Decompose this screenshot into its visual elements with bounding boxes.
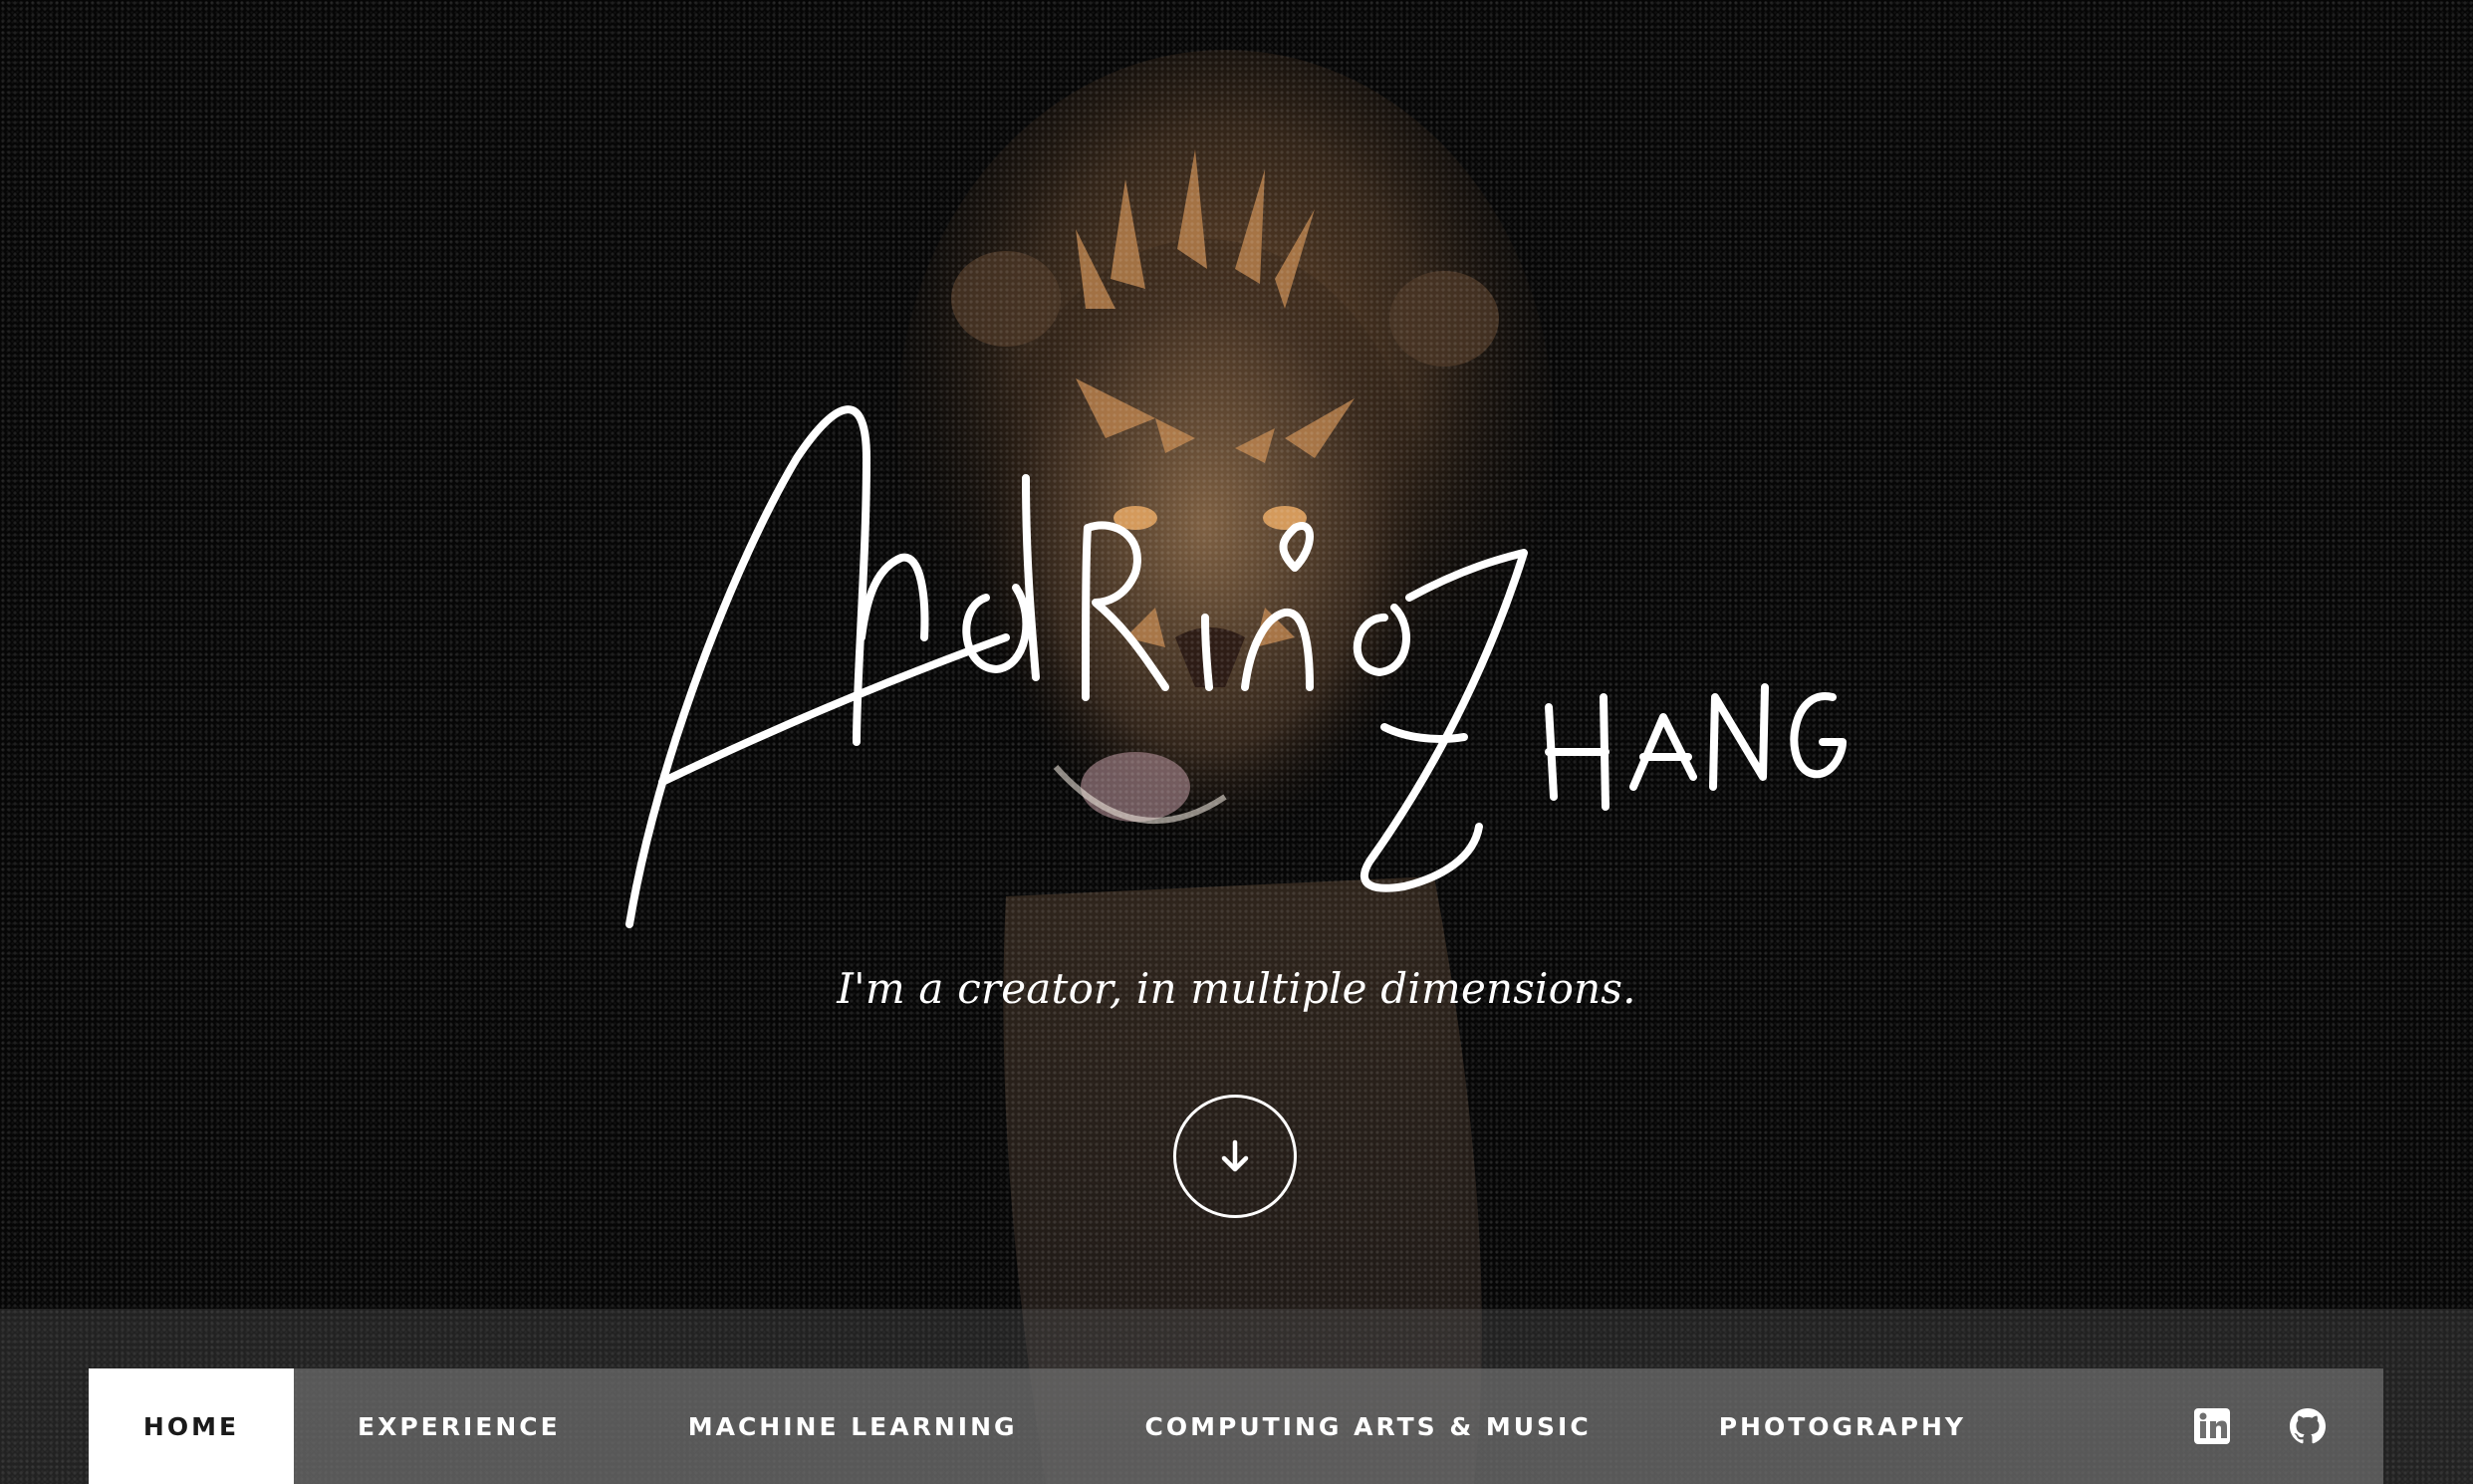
nav-item-experience[interactable]: EXPERIENCE	[294, 1368, 624, 1484]
nav-item-home[interactable]: HOME	[89, 1368, 294, 1484]
scroll-down-button[interactable]	[1173, 1095, 1297, 1218]
social-links	[2192, 1368, 2383, 1484]
nav-item-photography[interactable]: PHOTOGRAPHY	[1655, 1368, 2030, 1484]
github-link[interactable]	[2288, 1406, 2328, 1446]
signature-logo	[625, 405, 1847, 928]
nav-item-computing-arts-music[interactable]: COMPUTING ARTS & MUSIC	[1082, 1368, 1655, 1484]
hero-tagline: I'm a creator, in multiple dimensions.	[837, 964, 1636, 1013]
github-icon	[2290, 1408, 2326, 1444]
arrow-down-icon	[1221, 1139, 1249, 1172]
hero-section: I'm a creator, in multiple dimensions. H…	[0, 0, 2473, 1484]
linkedin-link[interactable]	[2192, 1406, 2232, 1446]
nav-item-machine-learning[interactable]: MACHINE LEARNING	[624, 1368, 1082, 1484]
main-navbar: HOME EXPERIENCE MACHINE LEARNING COMPUTI…	[89, 1368, 2383, 1484]
linkedin-icon	[2194, 1408, 2230, 1444]
